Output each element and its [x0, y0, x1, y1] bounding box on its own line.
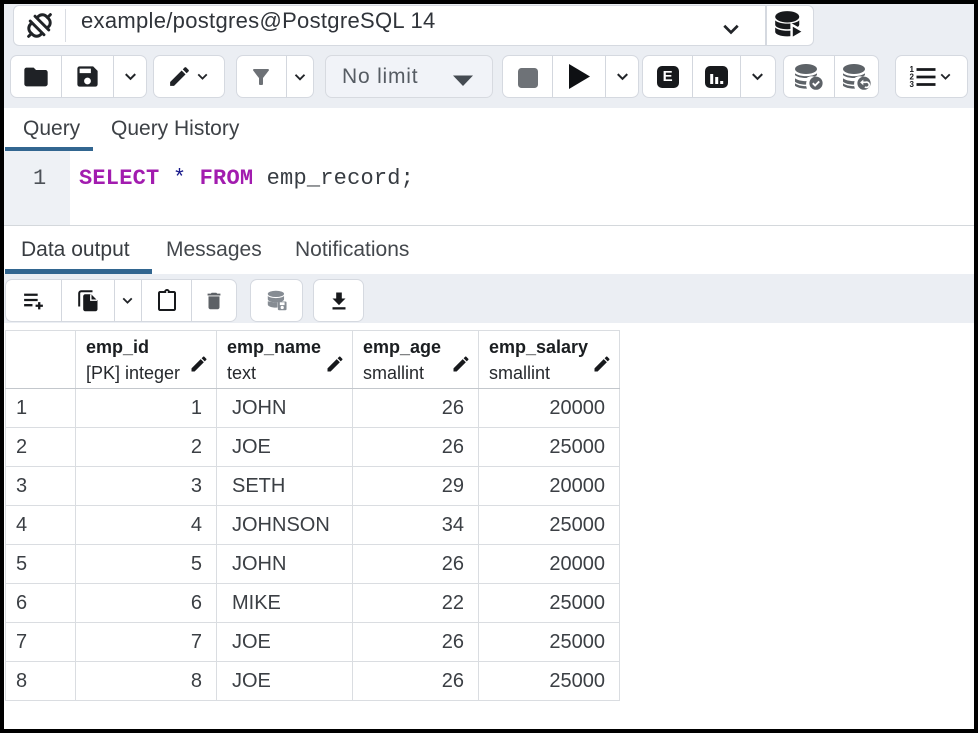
- svg-text:3: 3: [910, 80, 915, 89]
